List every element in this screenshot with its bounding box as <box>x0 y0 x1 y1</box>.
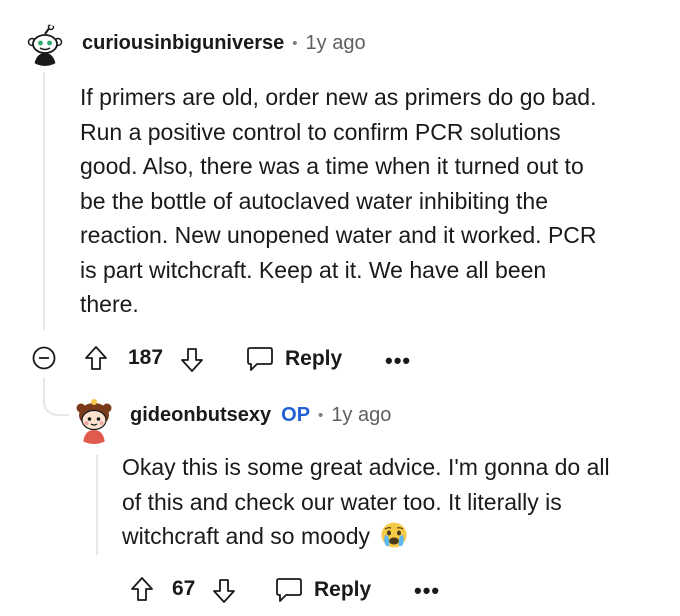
upvote-icon <box>131 577 153 601</box>
reply-button[interactable]: Reply <box>274 576 371 604</box>
vote-count-value: 67 <box>172 577 196 600</box>
comment-body: If primers are old, order new as primers… <box>80 80 597 322</box>
reply-line-with-emoji: witchcraft and so moody <box>122 519 610 554</box>
avatar[interactable] <box>70 396 118 444</box>
collapse-icon <box>32 346 56 370</box>
downvote-button[interactable] <box>212 578 236 604</box>
avatar[interactable] <box>24 24 66 66</box>
vote-count-value: 187 <box>128 346 164 369</box>
vote-count: 187 <box>128 346 163 370</box>
vote-count: 67 <box>172 577 195 601</box>
comment-line: reaction. New unopened water and it work… <box>80 222 597 248</box>
reply-label: Reply <box>285 347 343 370</box>
meta-separator: • <box>318 407 324 424</box>
reply-label: Reply <box>314 578 372 601</box>
comment-line: If primers are old, order new as primers… <box>80 84 597 110</box>
comment-line: is part witchcraft. Keep at it. We have … <box>80 256 547 283</box>
meta-separator: • <box>292 35 298 52</box>
reply-icon <box>276 578 302 602</box>
thread-line-parent <box>43 72 45 330</box>
comment-meta: curiousinbiguniverse • 1y ago <box>82 32 366 55</box>
more-options-button[interactable]: ••• <box>414 578 440 604</box>
comment-line: there. <box>80 291 139 317</box>
downvote-icon <box>213 579 235 603</box>
op-badge: OP <box>281 404 311 426</box>
thread-branch-connector <box>43 378 69 416</box>
crying-face-emoji-icon <box>381 522 407 548</box>
username[interactable]: curiousinbiguniverse <box>82 32 284 55</box>
reply-meta: gideonbutsexy OP • 1y ago <box>130 404 391 427</box>
thread-line-reply <box>96 455 98 555</box>
timestamp[interactable]: 1y ago <box>306 32 366 55</box>
reply-line: of this and check our water too. It lite… <box>122 488 562 515</box>
more-options-button[interactable]: ••• <box>385 348 411 374</box>
reply-body: Okay this is some great advice. I'm gonn… <box>122 450 610 554</box>
downvote-icon <box>181 348 203 372</box>
comment-line: Run a positive control to confirm PCR so… <box>80 118 561 145</box>
comment-line: good. Also, there was a time when it tur… <box>80 153 584 179</box>
reply-icon <box>247 347 273 371</box>
collapse-button[interactable] <box>32 346 56 370</box>
timestamp[interactable]: 1y ago <box>331 404 391 427</box>
reply-button[interactable]: Reply <box>245 345 342 373</box>
snoo-avatar-icon <box>70 396 118 444</box>
username[interactable]: gideonbutsexy <box>130 404 271 427</box>
reply-line: witchcraft and so moody <box>122 523 371 549</box>
downvote-button[interactable] <box>180 347 204 373</box>
comment-line: be the bottle of autoclaved water inhibi… <box>80 187 548 214</box>
upvote-button[interactable] <box>84 345 108 371</box>
upvote-button[interactable] <box>130 576 154 602</box>
upvote-icon <box>85 346 107 370</box>
reply-line: Okay this is some great advice. I'm gonn… <box>122 454 610 480</box>
snoo-avatar-icon <box>24 24 66 66</box>
